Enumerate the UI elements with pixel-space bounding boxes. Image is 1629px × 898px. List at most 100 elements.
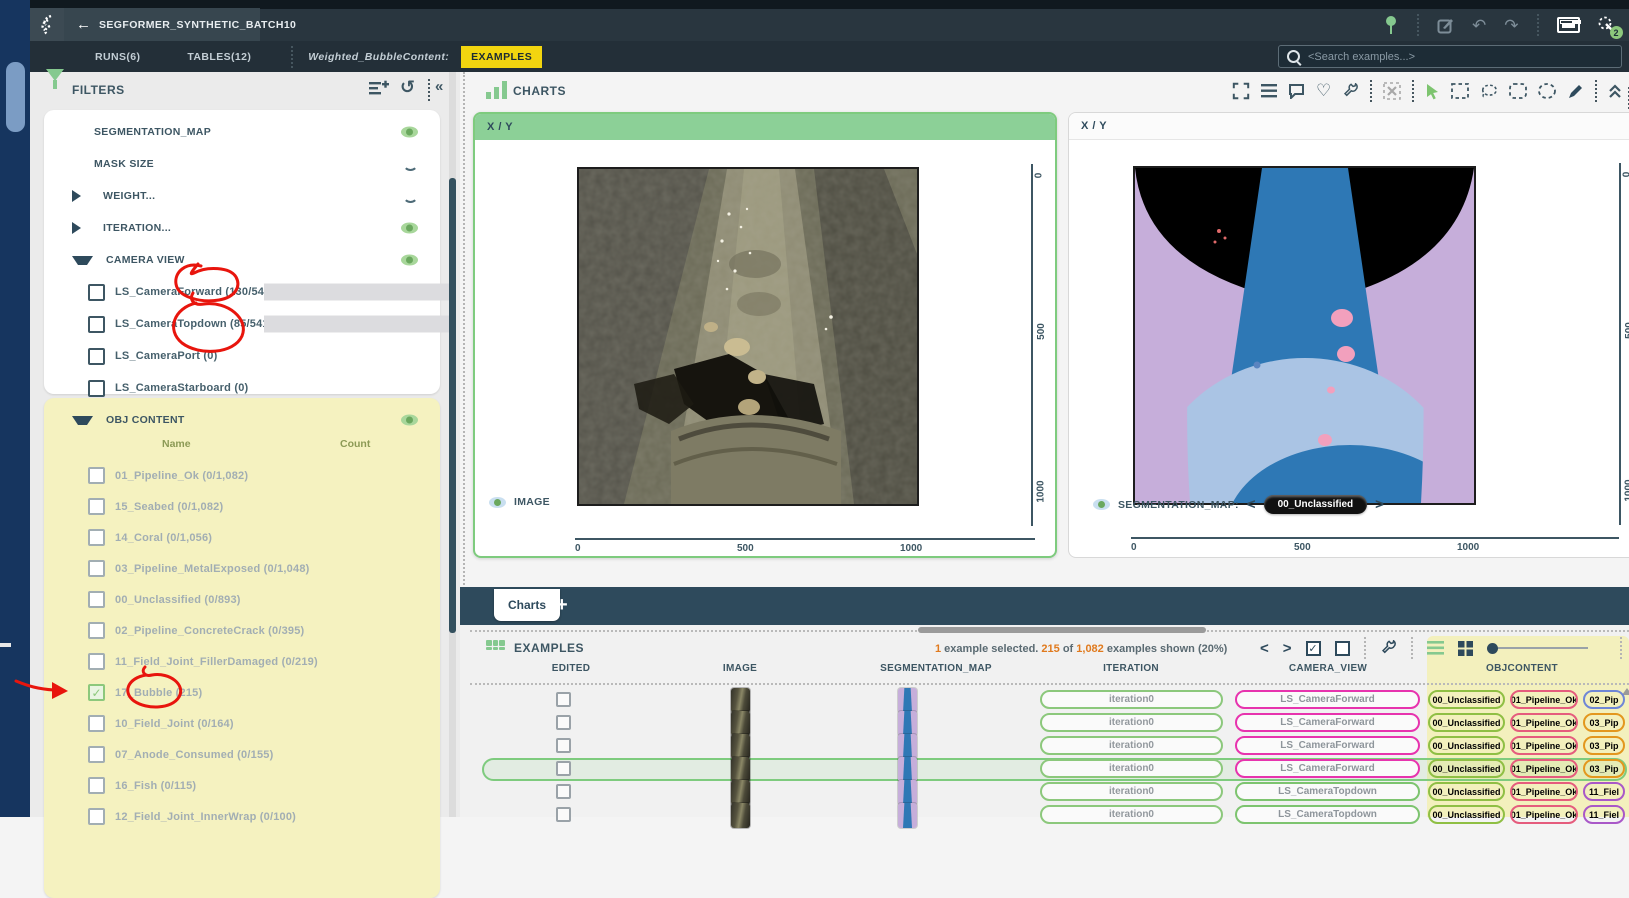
- objcontent-option-row[interactable]: ✓ 15_Seabed (0/1,082): [44, 491, 440, 522]
- checkbox[interactable]: ✓: [88, 746, 105, 763]
- camera-option-row[interactable]: LS_CameraPort (0): [44, 340, 440, 372]
- prev-page-icon[interactable]: <: [1260, 640, 1269, 657]
- objcontent-option-row[interactable]: ✓ 00_Unclassified (0/893): [44, 584, 440, 615]
- collapse-charts-icon[interactable]: [1608, 84, 1622, 99]
- comment-icon[interactable]: [1288, 83, 1305, 99]
- list-view-toggle[interactable]: [1427, 641, 1444, 655]
- column-header[interactable]: ITERATION: [1103, 663, 1159, 674]
- checkbox[interactable]: ✓: [88, 715, 105, 732]
- rounded-rect-select-icon[interactable]: [1509, 83, 1527, 99]
- collapse-panel-icon[interactable]: «: [435, 78, 441, 95]
- image-thumbnail[interactable]: [731, 688, 750, 713]
- add-filter-icon[interactable]: [368, 80, 390, 98]
- table-row[interactable]: iteration0 LS_CameraForward 00_Unclassif…: [460, 758, 1629, 781]
- row-checkbox[interactable]: [556, 738, 571, 753]
- segmentation-thumbnail[interactable]: [898, 711, 917, 736]
- camera-view-pill[interactable]: LS_CameraForward: [1235, 713, 1420, 732]
- row-checkbox[interactable]: [556, 761, 571, 776]
- pin-icon[interactable]: [1383, 15, 1399, 35]
- selected-class-pill[interactable]: 00_Unclassified: [1264, 495, 1368, 514]
- objcontent-pill[interactable]: 01_Pipeline_Ok: [1510, 782, 1578, 801]
- row-checkbox[interactable]: [556, 784, 571, 799]
- objcontent-pill[interactable]: 03_Pip: [1583, 759, 1625, 778]
- caret-icon[interactable]: [72, 416, 93, 425]
- checkbox[interactable]: ✓: [88, 560, 105, 577]
- table-row[interactable]: iteration0 LS_CameraForward 00_Unclassif…: [460, 689, 1629, 712]
- objcontent-pill[interactable]: 01_Pipeline_Ok: [1510, 736, 1578, 755]
- checkbox[interactable]: ✓: [88, 777, 105, 794]
- filter-row[interactable]: CAMERA VIEW: [44, 244, 440, 276]
- table-row[interactable]: iteration0 LS_CameraTopdown 00_Unclassif…: [460, 804, 1629, 827]
- camera-view-pill[interactable]: LS_CameraForward: [1235, 690, 1420, 709]
- tab-charts[interactable]: Charts: [494, 589, 560, 621]
- camera-view-pill[interactable]: LS_CameraTopdown: [1235, 782, 1420, 801]
- eye-icon[interactable]: [401, 127, 418, 138]
- checkbox[interactable]: ✓: [88, 622, 105, 639]
- objcontent-pill[interactable]: 02_Pip: [1583, 690, 1625, 709]
- select-all-checkbox[interactable]: ✓: [1306, 641, 1321, 656]
- redo-icon[interactable]: ↷: [1504, 17, 1518, 34]
- checkbox[interactable]: [88, 284, 105, 301]
- image-thumbnail[interactable]: [731, 757, 750, 782]
- camera-view-pill[interactable]: LS_CameraForward: [1235, 736, 1420, 755]
- labeling-tool-icon[interactable]: 2: [1598, 16, 1616, 34]
- camera-view-pill[interactable]: LS_CameraForward: [1235, 759, 1420, 778]
- image-thumbnail[interactable]: [731, 803, 750, 828]
- grid-view-toggle[interactable]: [1458, 641, 1473, 656]
- next-page-icon[interactable]: >: [1283, 640, 1292, 657]
- thumbnail-size-slider[interactable]: [1487, 643, 1588, 654]
- search-box[interactable]: [1278, 45, 1622, 68]
- image-thumbnail[interactable]: [731, 780, 750, 805]
- table-row[interactable]: iteration0 LS_CameraForward 00_Unclassif…: [460, 712, 1629, 735]
- caret-icon[interactable]: [72, 256, 93, 265]
- objcontent-pill[interactable]: 01_Pipeline_Ok: [1510, 690, 1578, 709]
- next-class-icon[interactable]: >: [1375, 496, 1384, 513]
- filter-row[interactable]: ITERATION...: [44, 212, 440, 244]
- settings-wrench-icon[interactable]: [1380, 640, 1397, 657]
- objcontent-pill[interactable]: 00_Unclassified: [1428, 736, 1505, 755]
- app-logo[interactable]: [30, 8, 64, 41]
- segmentation-thumbnail[interactable]: [898, 803, 917, 828]
- objcontent-option-row[interactable]: ✓ 03_Pipeline_MetalExposed (0/1,048): [44, 553, 440, 584]
- checkbox[interactable]: ✓: [88, 591, 105, 608]
- ellipse-select-icon[interactable]: [1538, 83, 1556, 99]
- checkbox[interactable]: ✓: [88, 498, 105, 515]
- objcontent-pill[interactable]: 11_Fiel: [1583, 805, 1625, 824]
- column-header[interactable]: SEGMENTATION_MAP: [880, 663, 992, 674]
- filter-row[interactable]: MASK SIZE: [44, 148, 440, 180]
- filter-row[interactable]: SEGMENTATION_MAP: [44, 116, 440, 148]
- keyboard-shortcuts-icon[interactable]: [1557, 17, 1580, 33]
- table-row[interactable]: iteration0 LS_CameraForward 00_Unclassif…: [460, 735, 1629, 758]
- objcontent-pill[interactable]: 03_Pip: [1583, 736, 1625, 755]
- objcontent-option-row[interactable]: ✓ 01_Pipeline_Ok (0/1,082): [44, 460, 440, 491]
- checkbox[interactable]: ✓: [88, 653, 105, 670]
- segmentation-thumbnail[interactable]: [898, 688, 917, 713]
- add-chart-button[interactable]: +: [556, 594, 568, 617]
- dataset-title-tab[interactable]: ← SEGFORMER_SYNTHETIC_BATCH10: [64, 8, 260, 41]
- objcontent-pill[interactable]: 00_Unclassified: [1428, 690, 1505, 709]
- table-row[interactable]: iteration0 LS_CameraTopdown 00_Unclassif…: [460, 781, 1629, 804]
- image-thumbnail[interactable]: [731, 711, 750, 736]
- objcontent-header-row[interactable]: OBJ CONTENT: [44, 406, 440, 434]
- iteration-pill[interactable]: iteration0: [1040, 736, 1223, 755]
- filters-scrollbar-thumb[interactable]: [449, 178, 456, 633]
- tab-tables[interactable]: TABLES(12): [187, 51, 251, 63]
- row-checkbox[interactable]: [556, 715, 571, 730]
- column-header[interactable]: CAMERA_VIEW: [1289, 663, 1367, 674]
- segmentation-thumbnail[interactable]: [898, 734, 917, 759]
- eye-icon[interactable]: [401, 223, 418, 234]
- tab-runs[interactable]: RUNS(6): [95, 51, 140, 63]
- tab-examples[interactable]: EXAMPLES: [461, 46, 542, 68]
- pen-icon[interactable]: [1567, 83, 1584, 100]
- settings-wrench-icon[interactable]: [1342, 83, 1359, 100]
- camera-option-row[interactable]: LS_CameraTopdown (85/541): [44, 308, 440, 340]
- layer-eye-icon[interactable]: [1093, 499, 1110, 510]
- iteration-pill[interactable]: iteration0: [1040, 713, 1223, 732]
- eye-icon[interactable]: [401, 415, 418, 426]
- search-input[interactable]: [1306, 50, 1613, 64]
- camera-view-pill[interactable]: LS_CameraTopdown: [1235, 805, 1420, 824]
- checkbox[interactable]: ✓: [88, 467, 105, 484]
- iteration-pill[interactable]: iteration0: [1040, 690, 1223, 709]
- segmentation-layer-row[interactable]: SEGMENTATION_MAP: < 00_Unclassified >: [1093, 495, 1384, 514]
- favorite-icon[interactable]: ♡: [1316, 81, 1331, 101]
